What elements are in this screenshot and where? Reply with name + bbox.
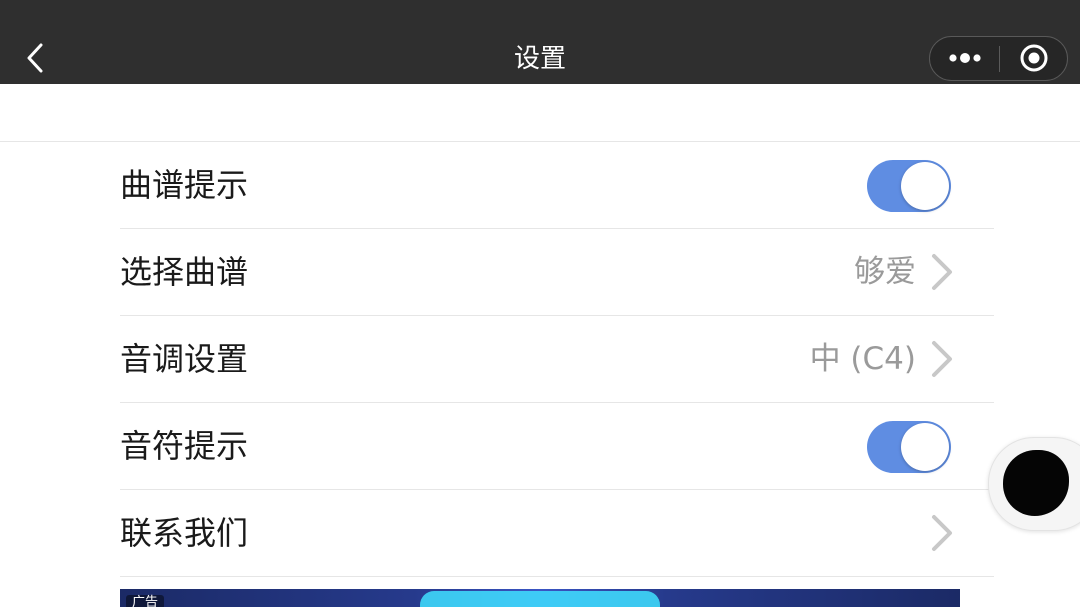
score-hint-toggle[interactable] <box>867 160 951 212</box>
toggle-knob <box>901 162 949 210</box>
setting-label: 音符提示 <box>120 427 249 465</box>
more-dots-icon <box>948 53 981 63</box>
more-button[interactable] <box>930 37 999 79</box>
ad-graphic <box>420 591 660 607</box>
menu-capsule <box>929 36 1068 81</box>
setting-label: 联系我们 <box>120 514 249 552</box>
setting-label: 曲谱提示 <box>120 166 249 204</box>
setting-row-select-score[interactable]: 选择曲谱 够爱 <box>120 229 994 316</box>
setting-row-pitch[interactable]: 音调设置 中 (C4) <box>120 316 994 403</box>
assistant-avatar-icon <box>1003 450 1069 516</box>
setting-row-score-hint[interactable]: 曲谱提示 <box>120 142 994 229</box>
setting-value: 中 (C4) <box>809 341 916 377</box>
chevron-right-icon <box>932 341 952 377</box>
target-close-icon <box>1020 44 1047 72</box>
note-hint-toggle[interactable] <box>867 421 951 473</box>
ad-tag: 广告 <box>126 595 165 607</box>
chevron-right-icon <box>932 515 952 551</box>
setting-row-contact-us[interactable]: 联系我们 <box>120 490 994 577</box>
setting-label: 选择曲谱 <box>120 253 249 291</box>
settings-list: 曲谱提示 选择曲谱 够爱 音调设置 中 (C4) 音符提示 联系我们 <box>120 142 994 577</box>
header-spacer <box>0 84 1080 142</box>
floating-assistant-button[interactable] <box>988 437 1080 531</box>
setting-label: 音调设置 <box>120 340 249 378</box>
toggle-knob <box>901 423 949 471</box>
setting-value: 够爱 <box>854 254 916 290</box>
page-title: 设置 <box>513 44 566 74</box>
chevron-right-icon <box>932 254 952 290</box>
navigation-bar: 设置 <box>0 0 1080 84</box>
setting-row-note-hint[interactable]: 音符提示 <box>120 403 994 490</box>
ad-banner[interactable]: 广告 <box>120 589 960 607</box>
close-button[interactable] <box>1000 37 1067 79</box>
